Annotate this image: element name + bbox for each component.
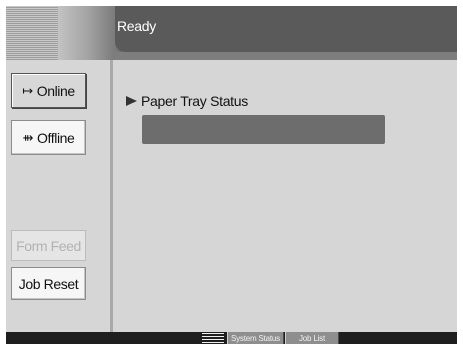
form-feed-button[interactable]: Form Feed xyxy=(11,230,86,261)
header-stripes xyxy=(6,6,58,60)
triangle-right-icon xyxy=(126,96,137,106)
panel-divider xyxy=(110,60,113,332)
header-shadow xyxy=(115,52,457,60)
left-panel: ↦ Online ⇻ Offline Form Feed Job Reset xyxy=(6,60,110,332)
status-indicator-icon xyxy=(202,333,224,343)
form-feed-label: Form Feed xyxy=(16,237,81,254)
paper-tray-status-field xyxy=(142,115,385,144)
job-list-tab[interactable]: Job List xyxy=(285,332,339,344)
status-bar xyxy=(115,6,457,52)
system-status-tab[interactable]: System Status xyxy=(227,332,284,344)
footer-bar: System Status Job List xyxy=(6,332,457,344)
offline-button[interactable]: ⇻ Offline xyxy=(11,120,86,155)
online-button[interactable]: ↦ Online xyxy=(11,73,86,108)
paper-tray-status-heading: Paper Tray Status xyxy=(126,93,248,109)
paper-tray-status-label: Paper Tray Status xyxy=(141,93,248,109)
offline-arrow-icon: ⇻ xyxy=(22,129,34,145)
job-reset-label: Job Reset xyxy=(18,275,79,292)
printer-screen: Ready ↦ Online ⇻ Offline Form Feed Job R… xyxy=(6,6,457,344)
header-gradient xyxy=(58,6,123,60)
online-arrow-icon: ↦ xyxy=(22,82,33,98)
header: Ready xyxy=(6,6,457,60)
job-reset-button[interactable]: Job Reset xyxy=(11,267,86,300)
online-label: Online xyxy=(36,82,75,99)
offline-label: Offline xyxy=(37,129,75,146)
printer-status-text: Ready xyxy=(117,18,156,34)
